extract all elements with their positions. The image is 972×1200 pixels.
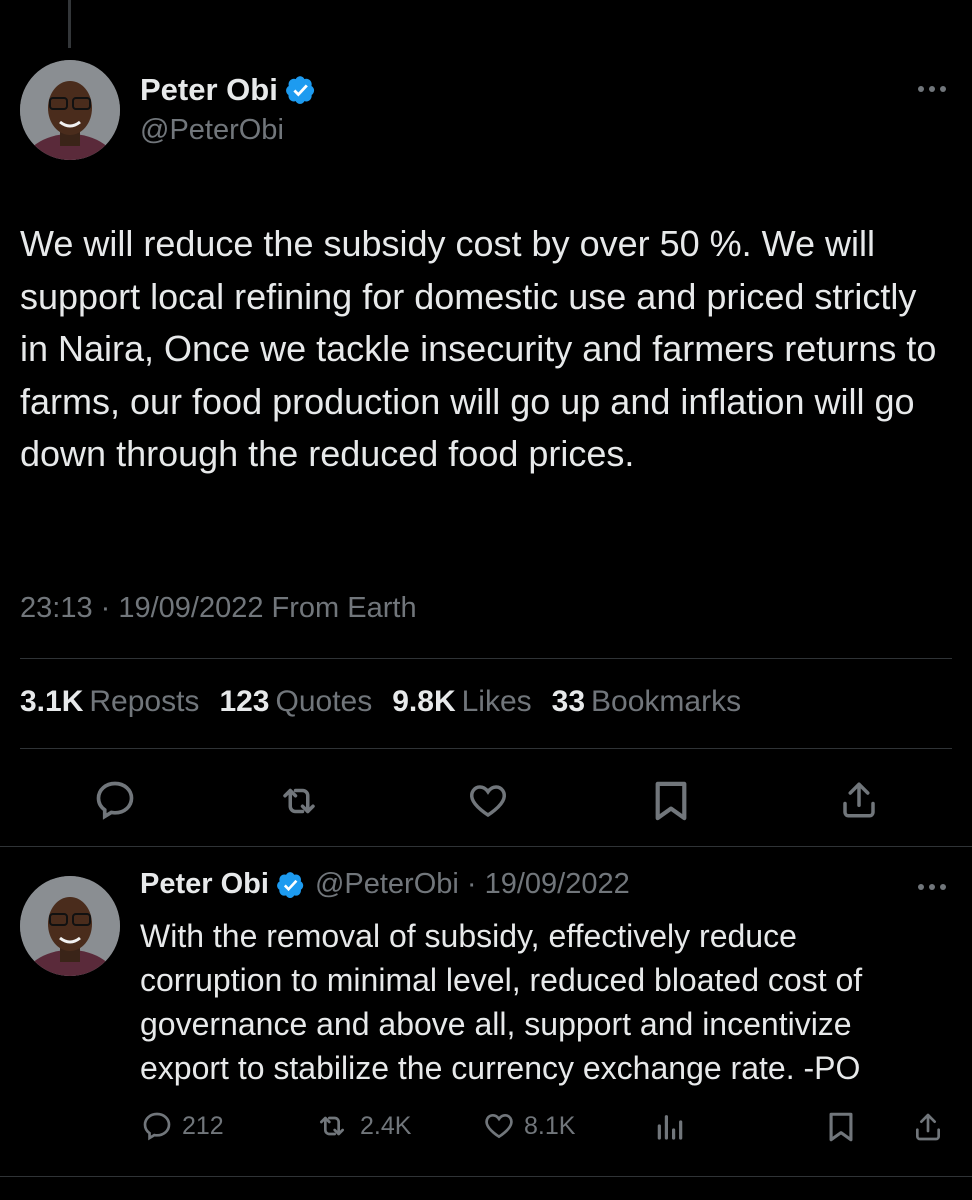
reply-icon[interactable] (92, 778, 138, 822)
divider (20, 748, 952, 749)
repost-button[interactable]: 2.4K (312, 1110, 411, 1142)
bookmark-button[interactable] (826, 1110, 856, 1144)
tweet-stats: 3.1K Reposts 123 Quotes 9.8K Likes 33 Bookma… (20, 685, 741, 719)
reply-author-name[interactable]: Peter Obi (140, 868, 269, 901)
reply-button[interactable]: 212 (140, 1110, 224, 1142)
repost-icon[interactable] (274, 780, 324, 822)
tweet-text: We will reduce the subsidy cost by over … (20, 223, 937, 474)
repost-icon (320, 1116, 344, 1136)
stat-bookmarks[interactable]: 33 Bookmarks (552, 685, 741, 719)
author-row: Peter Obi (140, 72, 316, 108)
avatar[interactable] (20, 60, 120, 160)
like-button[interactable]: 8.1K (482, 1110, 575, 1142)
bookmark-icon[interactable] (652, 778, 690, 824)
reply-author-row: Peter Obi @PeterObi · 19/09/2022 (140, 868, 630, 901)
avatar[interactable] (20, 876, 120, 976)
like-icon (485, 1113, 513, 1139)
author-name[interactable]: Peter Obi (140, 72, 278, 108)
verified-badge-icon (285, 75, 316, 105)
divider (0, 846, 972, 847)
stat-quotes[interactable]: 123 Quotes (219, 685, 372, 719)
divider (20, 658, 952, 659)
like-count: 8.1K (524, 1111, 576, 1140)
author-handle[interactable]: @PeterObi (140, 114, 284, 147)
more-options-icon[interactable] (918, 884, 946, 890)
reply-text: With the removal of subsidy, effectively… (140, 918, 863, 1086)
analytics-button[interactable] (654, 1110, 686, 1142)
divider (0, 1176, 972, 1177)
stat-likes[interactable]: 9.8K Likes (392, 685, 531, 719)
bookmark-icon (829, 1112, 853, 1142)
stat-reposts[interactable]: 3.1K Reposts (20, 685, 199, 719)
repost-count: 2.4K (360, 1111, 412, 1140)
share-icon[interactable] (838, 778, 880, 822)
share-button[interactable] (912, 1110, 944, 1144)
tweet-timestamp[interactable]: 23:13 · 19/09/2022 From Earth (20, 592, 417, 625)
analytics-icon (657, 1115, 683, 1140)
thread-connector-line (68, 0, 71, 48)
share-icon (916, 1113, 940, 1141)
verified-badge-icon (277, 871, 305, 899)
more-options-icon[interactable] (918, 86, 946, 92)
reply-icon (143, 1112, 171, 1141)
reply-count: 212 (182, 1111, 224, 1140)
like-icon[interactable] (466, 780, 510, 822)
reply-handle-date[interactable]: @PeterObi · 19/09/2022 (315, 868, 630, 901)
